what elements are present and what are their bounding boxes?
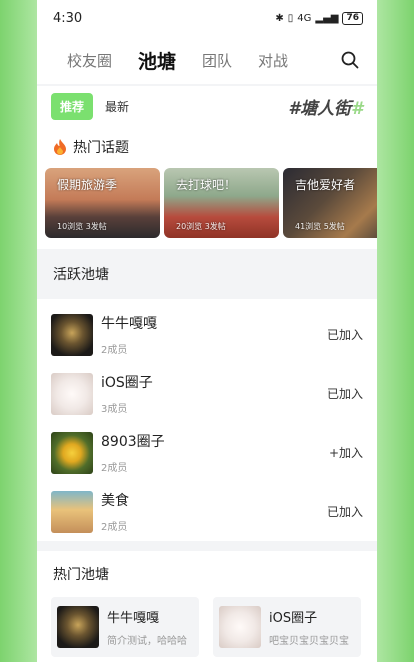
pond-name: iOS圈子: [101, 375, 153, 391]
tab-pond[interactable]: 池塘: [138, 47, 177, 76]
topic-card-ball[interactable]: 去打球吧！ 20浏览 3发帖: [164, 168, 279, 238]
hot-ponds-header: 热门池塘: [37, 551, 377, 597]
active-ponds-title: 活跃池塘: [53, 267, 109, 283]
hot-ponds-row: 牛牛嘎嘎 简介测试，哈哈哈 iOS圈子 吧宝贝宝贝宝贝宝: [37, 597, 377, 662]
topic-card-guitar[interactable]: 吉他爱好者 41浏览 5发帖: [283, 168, 377, 238]
pond-description: 简介测试，哈哈哈: [107, 636, 187, 647]
topic-meta: 20浏览 3发帖: [176, 222, 226, 231]
topic-meta: 10浏览 3发帖: [57, 222, 107, 231]
top-nav: 校友圈 池塘 团队 对战: [37, 36, 377, 84]
pond-members: 2成员: [101, 463, 128, 474]
status-time: 4:30: [53, 10, 83, 26]
pond-avatar: [51, 372, 93, 415]
pond-name: 美食: [101, 493, 129, 509]
hot-pond-card[interactable]: iOS圈子 吧宝贝宝贝宝贝宝: [213, 597, 361, 657]
join-status-button[interactable]: 已加入: [327, 385, 363, 402]
latest-button[interactable]: 最新: [105, 98, 129, 115]
topic-card-travel[interactable]: 假期旅游季 10浏览 3发帖: [45, 168, 160, 238]
active-ponds-header: 活跃池塘: [37, 249, 377, 299]
join-status-button[interactable]: 已加入: [327, 326, 363, 343]
topic-carousel: 假期旅游季 10浏览 3发帖 去打球吧！ 20浏览 3发帖 吉他爱好者 41浏览…: [37, 168, 377, 238]
hot-pond-card[interactable]: 牛牛嘎嘎 简介测试，哈哈哈: [51, 597, 199, 657]
search-icon[interactable]: [341, 51, 359, 69]
pond-description: 吧宝贝宝贝宝贝宝: [269, 636, 349, 647]
pond-members: 2成员: [101, 345, 128, 356]
pond-avatar: [51, 431, 93, 474]
bluetooth-icon: ✱: [275, 12, 284, 24]
pond-name: 8903圈子: [101, 434, 165, 450]
pond-avatar: [51, 313, 93, 356]
list-item[interactable]: 牛牛嘎嘎 2成员 已加入: [37, 305, 377, 364]
topic-title: 吉他爱好者: [295, 178, 356, 192]
topic-meta: 41浏览 5发帖: [295, 222, 345, 231]
topic-title: 去打球吧！: [176, 178, 237, 192]
hot-topics-title: 热门话题: [73, 140, 129, 156]
pond-name: 牛牛嘎嘎: [107, 611, 160, 626]
topic-title: 假期旅游季: [57, 178, 118, 192]
network-label: 4G: [297, 12, 312, 24]
phone-screen: 4:30 ✱ ▯ 4G ▂▄▆ 76 校友圈 池塘 团队 对战 推荐 最新 #塘…: [37, 0, 377, 662]
list-item[interactable]: iOS圈子 3成员 已加入: [37, 364, 377, 423]
feed-filter-bar: 推荐 最新 #塘人街#: [37, 86, 377, 126]
slogan-hash: #: [288, 98, 301, 119]
status-bar: 4:30 ✱ ▯ 4G ▂▄▆ 76: [37, 0, 377, 36]
signal-icon: ▂▄▆: [315, 12, 339, 24]
pond-avatar: [51, 490, 93, 533]
list-item[interactable]: 美食 2成员 已加入: [37, 482, 377, 541]
join-button[interactable]: +加入: [329, 444, 363, 461]
vibrate-icon: ▯: [287, 12, 294, 24]
join-status-button[interactable]: 已加入: [327, 503, 363, 520]
pond-avatar: [57, 606, 99, 648]
hot-topics-section: 热门话题 假期旅游季 10浏览 3发帖 去打球吧！ 20浏览 3发帖 吉他爱好者…: [37, 126, 377, 249]
pond-name: iOS圈子: [269, 611, 318, 626]
tab-team[interactable]: 团队: [202, 50, 232, 71]
pond-members: 2成员: [101, 522, 128, 533]
pond-name: 牛牛嘎嘎: [101, 316, 157, 332]
status-icons: ✱ ▯ 4G ▂▄▆ 76: [275, 11, 363, 25]
recommend-button[interactable]: 推荐: [51, 92, 94, 120]
slogan-text: 塘人街: [300, 98, 352, 119]
hot-ponds-title: 热门池塘: [53, 567, 109, 583]
hot-topics-header: 热门话题: [37, 126, 377, 168]
active-ponds-list: 牛牛嘎嘎 2成员 已加入 iOS圈子 3成员 已加入 8903圈子 2成员 +加…: [37, 299, 377, 541]
tab-alumni[interactable]: 校友圈: [67, 50, 112, 71]
battery-icon: 76: [342, 11, 363, 25]
list-item[interactable]: 8903圈子 2成员 +加入: [37, 423, 377, 482]
fire-icon: [54, 139, 66, 155]
tab-battle[interactable]: 对战: [258, 50, 288, 71]
pond-members: 3成员: [101, 404, 128, 415]
slogan-hash-end: #: [351, 98, 363, 119]
pond-avatar: [219, 606, 261, 648]
slogan: #塘人街#: [288, 94, 363, 119]
